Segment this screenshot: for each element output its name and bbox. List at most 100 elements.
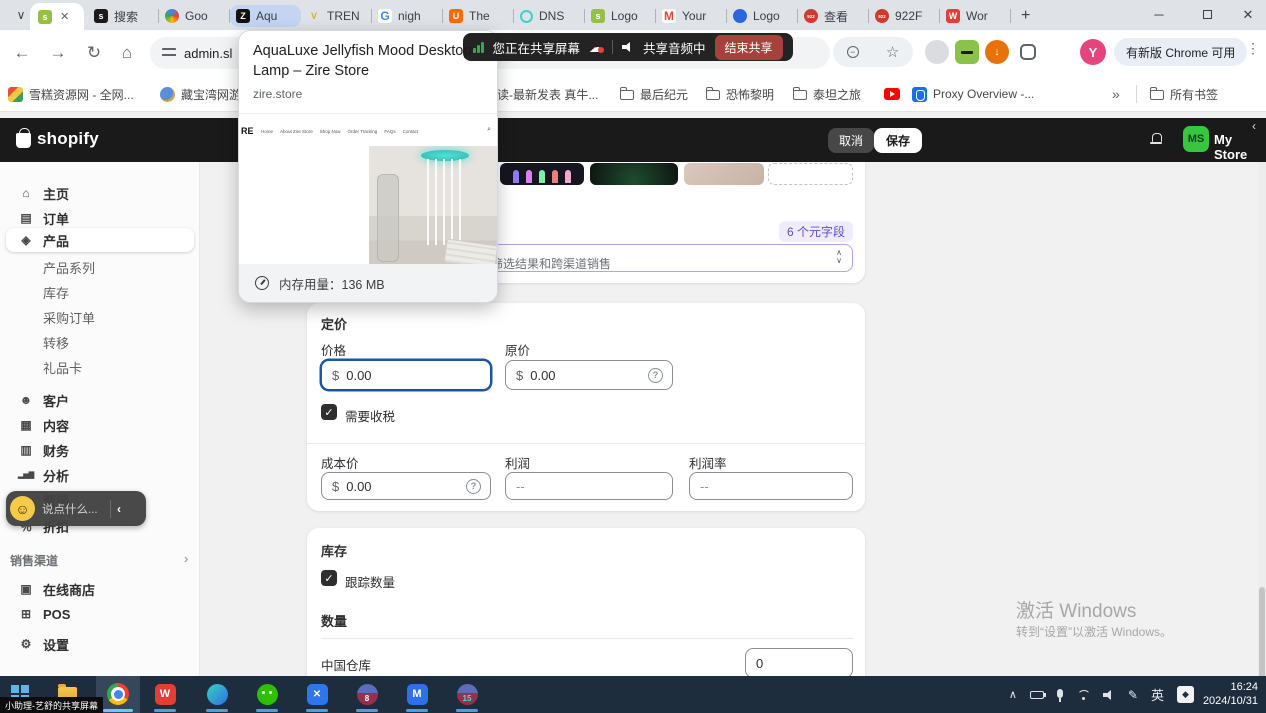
tab-word[interactable]: WWor xyxy=(940,5,1011,27)
bookmark-star-icon[interactable]: ☆ xyxy=(886,43,899,61)
wifi-icon[interactable] xyxy=(1076,690,1090,700)
extension-green-icon[interactable] xyxy=(955,40,979,64)
tab-close-icon[interactable]: ✕ xyxy=(60,10,69,23)
bookmark-latest-posts[interactable]: 读-最新发表 真牛... xyxy=(497,84,598,104)
quantity-input[interactable]: 0 xyxy=(745,648,853,678)
extension-cloud-download-icon[interactable]: ↓ xyxy=(985,40,1009,64)
site-settings-icon[interactable] xyxy=(162,48,176,58)
bookmark-folder-lastepoch[interactable]: 最后纪元 xyxy=(620,84,688,104)
sidebar-item-transfers[interactable]: 转移 xyxy=(6,330,194,354)
extensions-puzzle-icon[interactable] xyxy=(1016,40,1040,64)
scrollbar-track[interactable] xyxy=(1258,162,1266,676)
forward-button[interactable]: → xyxy=(44,39,72,67)
sidebar-item-gift-cards[interactable]: 礼品卡 xyxy=(6,355,194,379)
chrome-button[interactable] xyxy=(105,681,131,707)
tab-tren[interactable]: VTREN xyxy=(301,5,372,27)
tray-expand-chevron-icon[interactable]: ∧ xyxy=(1009,688,1017,701)
bookmark-xuegao[interactable]: 雪糕资源网 - 全网... xyxy=(8,84,134,104)
margin-input[interactable]: -- xyxy=(689,472,853,500)
chat-input[interactable]: 说点什么... xyxy=(42,501,110,517)
sidebar-item-products-active[interactable]: ◈产品 xyxy=(6,228,194,252)
sidebar-item-finances[interactable]: ▥财务 xyxy=(6,438,194,462)
microphone-icon[interactable] xyxy=(1057,689,1063,698)
home-button[interactable]: ⌂ xyxy=(113,39,141,67)
pen-icon[interactable]: ✎ xyxy=(1128,688,1138,702)
sidebar-item-purchase-orders[interactable]: 采购订单 xyxy=(6,305,194,329)
end-share-button[interactable]: 结束共享 xyxy=(715,35,783,60)
bookmark-folder-titanquest[interactable]: 泰坦之旅 xyxy=(793,84,861,104)
media-thumbnail-3[interactable] xyxy=(684,163,764,185)
wps-button[interactable]: W xyxy=(152,681,178,707)
tab-aqualuxe-hovered[interactable]: ZAqu xyxy=(230,5,301,27)
taskbar-clock[interactable]: 16:24 2024/10/31 xyxy=(1203,680,1258,708)
bookmark-proxy-overview[interactable]: Proxy Overview -... xyxy=(912,84,1034,104)
sidebar-item-content[interactable]: ▦内容 xyxy=(6,413,194,437)
minimize-button[interactable]: ─ xyxy=(1138,0,1180,29)
battery-icon[interactable] xyxy=(1030,691,1044,699)
cancel-button[interactable]: 取消 xyxy=(828,128,874,153)
help-icon[interactable]: ? xyxy=(466,479,481,494)
tab-google[interactable]: Goo xyxy=(159,5,230,27)
profit-input[interactable]: -- xyxy=(505,472,673,500)
help-icon[interactable]: ? xyxy=(648,368,663,383)
sidebar-item-online-store[interactable]: ▣在线商店 xyxy=(6,577,194,601)
tab-gmail[interactable]: MYour xyxy=(656,5,727,27)
sidebar-item-orders[interactable]: ▤订单 xyxy=(6,206,194,230)
save-button[interactable]: 保存 xyxy=(874,128,922,153)
collapse-chevron-icon[interactable]: ‹ xyxy=(1252,119,1256,133)
sidebar-item-pos[interactable]: ⊞POS xyxy=(6,602,194,626)
tab-922[interactable]: 922922F xyxy=(869,5,940,27)
browser-menu-icon[interactable]: ⋮ xyxy=(1246,40,1260,57)
tab-logo-blue[interactable]: Logo xyxy=(727,5,798,27)
chat-widget[interactable]: ☺ 说点什么... ‹ xyxy=(6,491,146,526)
back-button[interactable]: ← xyxy=(8,39,36,67)
zoom-out-icon[interactable]: − xyxy=(847,46,859,58)
chrome-update-button[interactable]: 有新版 Chrome 可用 xyxy=(1114,38,1247,66)
chat-collapse-icon[interactable]: ‹ xyxy=(117,502,121,516)
tab-night[interactable]: Gnigh xyxy=(372,5,443,27)
sidebar-item-settings[interactable]: ⚙设置 xyxy=(6,632,194,656)
bookmark-youtube[interactable] xyxy=(884,84,900,104)
meeting-app-button[interactable]: M xyxy=(404,681,430,707)
tab-logo-shopify[interactable]: sLogo xyxy=(585,5,656,27)
bookmarks-overflow-chevron[interactable]: » xyxy=(1112,84,1120,104)
wechat-button[interactable] xyxy=(254,681,280,707)
reload-button[interactable]: ↻ xyxy=(80,39,108,67)
media-thumbnail-1[interactable] xyxy=(500,163,584,185)
sidebar-item-collections[interactable]: 产品系列 xyxy=(6,255,194,279)
smiley-avatar-icon[interactable]: ☺ xyxy=(10,496,35,521)
media-add-placeholder[interactable] xyxy=(768,163,853,185)
media-thumbnail-2[interactable] xyxy=(590,163,678,185)
sidebar-item-home[interactable]: ⌂主页 xyxy=(6,181,194,205)
new-tab-button[interactable]: + xyxy=(1015,5,1045,27)
tray-app-icon[interactable]: ◆ xyxy=(1177,686,1194,703)
tab-the[interactable]: UThe xyxy=(443,5,514,27)
cost-input[interactable]: $ 0.00 ? xyxy=(321,472,491,500)
bookmark-zangbaowan[interactable]: 藏宝湾网游 xyxy=(160,84,241,104)
price-input[interactable]: $ 0.00 xyxy=(321,360,491,390)
channels-chevron-icon[interactable]: › xyxy=(184,551,188,566)
tab-search-chevron-icon[interactable]: ∨ xyxy=(10,5,32,25)
active-tab[interactable]: s ✕ xyxy=(30,3,84,30)
maximize-button[interactable] xyxy=(1186,0,1228,29)
sidebar-item-inventory[interactable]: 库存 xyxy=(6,280,194,304)
compare-price-input[interactable]: $ 0.00 ? xyxy=(505,360,673,390)
tab-922-view[interactable]: 922查看 xyxy=(798,5,869,27)
track-quantity-checkbox-checked[interactable]: ✓ xyxy=(321,570,337,586)
input-language-indicator[interactable]: 英 xyxy=(1151,685,1164,704)
mail-app-button[interactable] xyxy=(204,681,230,707)
app-badge-8-button[interactable]: 8 xyxy=(354,681,380,707)
volume-icon[interactable] xyxy=(1103,689,1115,701)
bookmark-all-bookmarks[interactable]: 所有书签 xyxy=(1150,84,1218,104)
metafields-link[interactable]: 6 个元字段 xyxy=(779,221,853,242)
tab-search-shopify[interactable]: s搜索 xyxy=(88,5,159,27)
profile-avatar[interactable]: Y xyxy=(1080,39,1106,65)
x-app-button[interactable]: ✕ xyxy=(304,681,330,707)
sidebar-item-analytics[interactable]: ▂▅▇分析 xyxy=(6,463,194,487)
extension-link-icon[interactable] xyxy=(925,40,949,64)
close-window-button[interactable]: ✕ xyxy=(1230,0,1266,29)
tab-dns[interactable]: DNS xyxy=(514,5,585,27)
tax-checkbox-checked[interactable]: ✓ xyxy=(321,404,337,420)
store-name[interactable]: My Store xyxy=(1214,132,1266,162)
app-badge-15-button[interactable]: 15 xyxy=(454,681,480,707)
